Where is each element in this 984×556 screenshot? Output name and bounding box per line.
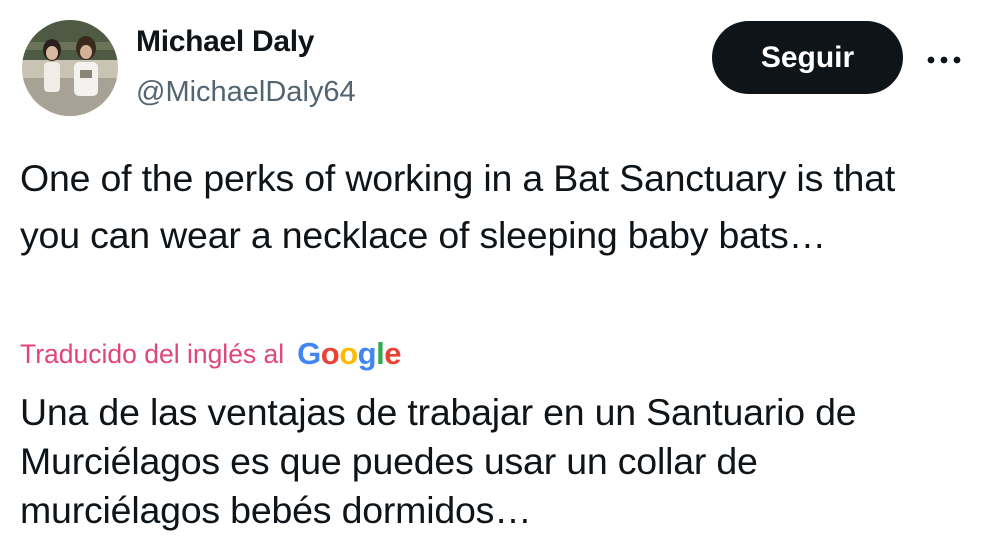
avatar-photo: [22, 20, 118, 116]
follow-button[interactable]: Seguir: [712, 21, 903, 94]
more-horizontal-icon[interactable]: [922, 38, 966, 82]
tweet-text: One of the perks of working in a Bat San…: [20, 157, 896, 256]
translated-label: Traducido del inglés al: [20, 338, 285, 369]
translated-text: Una de las ventajas de trabajar en un Sa…: [20, 391, 857, 531]
google-logo: Google: [297, 336, 401, 371]
display-name[interactable]: Michael Daly: [136, 22, 314, 62]
translation-attribution[interactable]: Traducido del inglés al Google: [20, 334, 401, 374]
avatar[interactable]: [22, 20, 118, 116]
user-handle[interactable]: @MichaelDaly64: [136, 72, 356, 112]
